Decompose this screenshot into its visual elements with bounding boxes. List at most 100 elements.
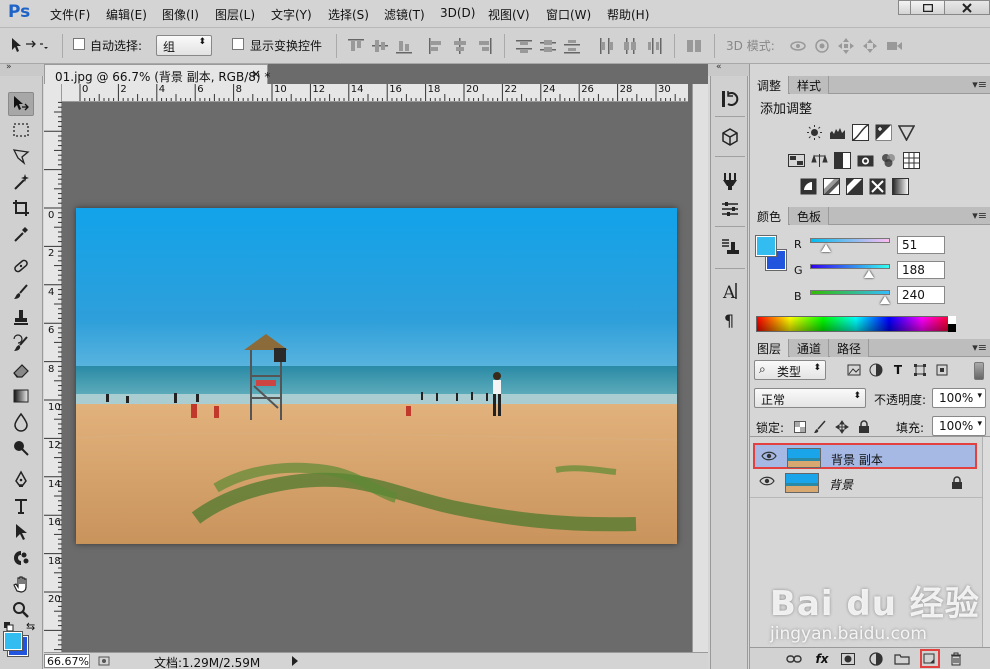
opacity-field[interactable]: 100% ▾ [932, 388, 986, 408]
g-value[interactable]: 188 [897, 261, 945, 279]
align-left-icon[interactable] [426, 36, 446, 56]
b-value[interactable]: 240 [897, 286, 945, 304]
delete-layer-trash-icon[interactable] [948, 651, 964, 667]
layer-name[interactable]: 背景 [829, 476, 853, 493]
tab-styles[interactable]: 样式 [790, 76, 830, 94]
color-lookup-icon[interactable] [903, 152, 920, 169]
color-balance-icon[interactable] [811, 152, 828, 169]
layer-filter-dropdown[interactable]: ⌕ 类型 ⬍ [754, 360, 826, 380]
gradient-tool[interactable] [8, 384, 34, 408]
move-tool-preset-icon[interactable] [8, 35, 48, 55]
history-panel-icon[interactable] [719, 88, 741, 110]
brush-settings-icon[interactable] [719, 198, 741, 220]
menu-filter[interactable]: 滤镜(T) [384, 6, 425, 23]
layer-name[interactable]: 背景 副本 [831, 451, 883, 468]
distribute-vcenter-icon[interactable] [538, 36, 558, 56]
new-group-folder-icon[interactable] [894, 651, 910, 667]
curves-icon[interactable] [852, 124, 869, 141]
distribute-top-icon[interactable] [514, 36, 534, 56]
align-hcenter-icon[interactable] [450, 36, 470, 56]
collapse-arrows-icon[interactable]: « [716, 62, 722, 72]
history-brush-tool[interactable] [8, 332, 34, 356]
menu-3d[interactable]: 3D(D) [440, 6, 475, 20]
3d-roll-icon[interactable] [812, 36, 832, 56]
channel-mixer-icon[interactable] [880, 152, 897, 169]
vertical-scrollbar[interactable] [692, 84, 708, 652]
layer-style-fx-icon[interactable]: fx [814, 651, 830, 667]
document-canvas-image[interactable] [76, 208, 677, 544]
visibility-eye-icon[interactable] [761, 450, 777, 462]
levels-icon[interactable] [829, 124, 846, 141]
close-window-button[interactable] [944, 0, 990, 15]
align-bottom-icon[interactable] [394, 36, 414, 56]
b-slider[interactable] [810, 290, 890, 295]
character-panel-icon[interactable]: A [719, 280, 741, 302]
lock-position-icon[interactable] [834, 419, 850, 435]
zoom-tool[interactable] [8, 598, 34, 622]
status-icon[interactable] [98, 655, 110, 667]
paragraph-panel-icon[interactable]: ¶ [719, 308, 741, 330]
clone-stamp-tool[interactable] [8, 306, 34, 330]
gradient-map-icon[interactable] [892, 178, 909, 195]
foreground-color-swatch[interactable] [3, 631, 23, 651]
distribute-hcenter-icon[interactable] [620, 36, 640, 56]
color-spectrum-ramp[interactable] [756, 316, 956, 332]
filter-smart-object-icon[interactable] [934, 362, 950, 378]
3d-rotate-icon[interactable] [788, 36, 808, 56]
threshold-icon[interactable] [846, 178, 863, 195]
b-slider-handle[interactable] [880, 296, 891, 304]
eraser-tool[interactable] [8, 358, 34, 382]
3d-slide-icon[interactable] [860, 36, 880, 56]
lock-all-icon[interactable] [856, 419, 872, 435]
3d-scale-icon[interactable] [884, 36, 904, 56]
filter-toggle-switch[interactable] [974, 362, 984, 380]
eyedropper-tool[interactable] [8, 222, 34, 246]
menu-file[interactable]: 文件(F) [50, 6, 90, 23]
type-tool[interactable] [8, 494, 34, 518]
menu-help[interactable]: 帮助(H) [607, 6, 649, 23]
lock-pixels-icon[interactable] [812, 419, 828, 435]
default-colors-icon[interactable] [4, 622, 14, 632]
filter-shape-icon[interactable] [912, 362, 928, 378]
layer-row-background-copy[interactable]: 背景 副本 [753, 443, 977, 469]
tab-color[interactable]: 颜色 [750, 207, 790, 225]
blur-tool[interactable] [8, 410, 34, 434]
close-tab-icon[interactable]: × [251, 67, 261, 81]
tab-layers[interactable]: 图层 [750, 339, 790, 357]
menu-type[interactable]: 文字(Y) [271, 6, 312, 23]
status-menu-arrow-icon[interactable] [290, 655, 300, 667]
black-white-swatch[interactable] [948, 316, 956, 332]
ruler-vertical[interactable]: 0 2 4 6 8 10 12 14 16 18 20 [44, 84, 62, 652]
menu-image[interactable]: 图像(I) [162, 6, 199, 23]
filter-pixel-icon[interactable] [846, 362, 862, 378]
layers-scrollbar[interactable] [982, 437, 990, 647]
menu-edit[interactable]: 编辑(E) [106, 6, 147, 23]
align-vcenter-icon[interactable] [370, 36, 390, 56]
auto-select-checkbox[interactable] [73, 38, 85, 50]
invert-icon[interactable] [800, 178, 817, 195]
align-right-icon[interactable] [474, 36, 494, 56]
new-adjustment-layer-icon[interactable] [868, 651, 884, 667]
link-layers-icon[interactable] [786, 651, 802, 667]
clone-source-icon[interactable] [719, 236, 741, 258]
auto-align-icon[interactable] [684, 36, 704, 56]
healing-brush-tool[interactable] [8, 254, 34, 278]
black-white-icon[interactable] [834, 152, 851, 169]
menu-layer[interactable]: 图层(L) [215, 6, 255, 23]
hue-saturation-icon[interactable] [788, 152, 805, 169]
marquee-tool[interactable] [8, 118, 34, 142]
selective-color-icon[interactable] [869, 178, 886, 195]
hand-tool[interactable] [8, 572, 34, 596]
menu-view[interactable]: 视图(V) [488, 6, 530, 23]
swap-colors-icon[interactable]: ⇆ [26, 620, 35, 633]
panel-menu-icon[interactable]: ▾≡ [972, 78, 987, 91]
posterize-icon[interactable] [823, 178, 840, 195]
visibility-eye-icon[interactable] [759, 475, 775, 487]
shape-tool[interactable] [8, 546, 34, 570]
dodge-tool[interactable] [8, 436, 34, 460]
path-select-tool[interactable] [8, 520, 34, 544]
lock-transparent-icon[interactable] [792, 419, 808, 435]
brush-presets-icon[interactable] [719, 170, 741, 192]
fill-field[interactable]: 100% ▾ [932, 416, 986, 436]
r-value[interactable]: 51 [897, 236, 945, 254]
